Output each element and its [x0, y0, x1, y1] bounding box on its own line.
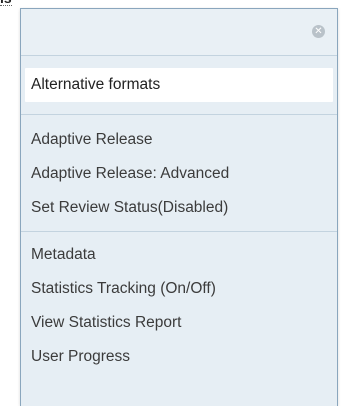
menu-item-adaptive-release-advanced[interactable]: Adaptive Release: Advanced — [21, 157, 337, 191]
menu-group-release: Adaptive Release Adaptive Release: Advan… — [21, 115, 337, 231]
context-menu: ✕ Alternative formats Adaptive Release A… — [20, 8, 338, 406]
menu-header: ✕ — [21, 9, 337, 56]
menu-item-statistics-tracking[interactable]: Statistics Tracking (On/Off) — [21, 272, 337, 306]
menu-group-tracking: Metadata Statistics Tracking (On/Off) Vi… — [21, 232, 337, 380]
menu-item-set-review-status[interactable]: Set Review Status(Disabled) — [21, 191, 337, 225]
page: ls ✕ Alternative formats Adaptive Releas… — [0, 0, 347, 406]
menu-item-view-statistics-report[interactable]: View Statistics Report — [21, 306, 337, 340]
menu-item-user-progress[interactable]: User Progress — [21, 340, 337, 374]
menu-trigger-label[interactable]: ls — [0, 0, 12, 6]
menu-item-adaptive-release[interactable]: Adaptive Release — [21, 123, 337, 157]
menu-item-alternative-formats[interactable]: Alternative formats — [25, 68, 333, 102]
close-icon[interactable]: ✕ — [312, 25, 325, 38]
menu-item-metadata[interactable]: Metadata — [21, 238, 337, 272]
